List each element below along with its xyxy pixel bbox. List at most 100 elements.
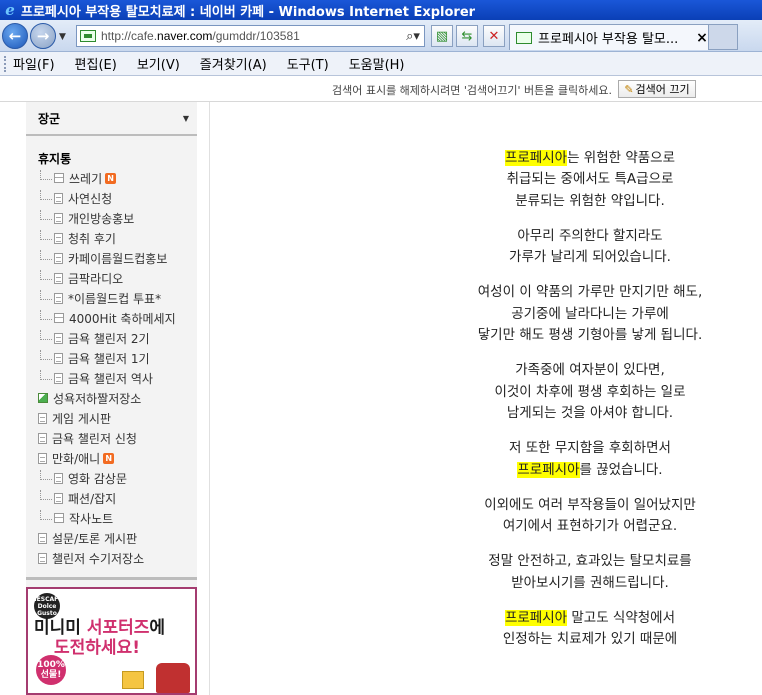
article-text: 닿기만 해도 평생 기형아를 낳게 됩니다. [477, 327, 703, 344]
clear-search-highlight-button[interactable]: ✎ 검색어 끄기 [618, 80, 696, 98]
board-icon [54, 313, 64, 323]
navigation-bar: ← → ▼ http://cafe.naver.com/gumddr/10358… [0, 20, 762, 52]
sidebar-item[interactable]: 청취 후기 [26, 228, 197, 248]
document-icon [54, 472, 63, 484]
arrow-right-icon: → [36, 27, 50, 45]
tree-line-icon [40, 190, 52, 200]
article-line: 이외에도 여러 부작용들이 일어났지만 [440, 495, 740, 516]
article-text: 분류되는 위험한 약입니다. [515, 192, 665, 209]
refresh-button[interactable]: ⇆ [456, 25, 478, 47]
menu-help[interactable]: 도움말(H) [349, 54, 405, 73]
promo-banner[interactable]: NESCAFÉ Dolce Gusto 미니미 서포터즈에 도전하세요! 100… [26, 587, 197, 695]
article-line: 분류되는 위험한 약입니다. [440, 191, 740, 212]
sidebar-item[interactable]: 금욕 챌린저 역사 [26, 368, 197, 388]
document-icon [38, 532, 47, 544]
sidebar-item-label: 금욕 챌린저 2기 [68, 331, 150, 346]
sidebar-item[interactable]: 개인방송홍보 [26, 208, 197, 228]
tree-line-icon [40, 350, 52, 360]
stop-button[interactable]: ✕ [483, 25, 505, 47]
sidebar-item-label: 사연신청 [68, 191, 113, 206]
toolbar-grip-icon [4, 55, 7, 72]
article-text: 여기에서 표현하기가 어렵군요. [502, 518, 678, 535]
sidebar-item-label: 쓰레기 [69, 171, 103, 186]
new-badge-icon: N [105, 172, 117, 184]
sidebar-item[interactable]: 성욕저하짤저장소 [26, 388, 197, 408]
document-icon [54, 252, 63, 264]
sidebar-item[interactable]: 쓰레기 N [26, 168, 197, 188]
document-icon [54, 212, 63, 224]
article-paragraph: 아무리 주의한다 할지라도 가루가 날리게 되어있습니다. [440, 226, 740, 269]
document-icon [54, 192, 63, 204]
sidebar-item-label: 금욕 챌린저 역사 [68, 371, 153, 386]
tab-label: 프로페시아 부작용 탈모... [538, 32, 679, 47]
window-title: 프로페시아 부작용 탈모치료제 : 네이버 카페 - Windows Inter… [21, 4, 476, 20]
document-icon [54, 332, 63, 344]
menu-favorites[interactable]: 즐겨찾기(A) [200, 54, 267, 73]
article-paragraph: 프로페시아는 위험한 약품으로 취급되는 중에서도 특A급으로 분류되는 위험한 약… [440, 148, 740, 212]
article-line: 공기중에 날라다니는 가루에 [440, 304, 740, 325]
article-line: 여성이 이 약품의 가루만 만지기만 해도, [440, 282, 740, 303]
menu-view[interactable]: 보기(V) [137, 54, 180, 73]
search-highlight-bar: 검색어 표시를 해제하시려면 '검색어끄기' 버튼을 클릭하세요. ✎ 검색어 … [0, 76, 762, 102]
article-paragraph: 프로페시아 말고도 식약청에서 인정하는 치료제가 있기 때문에 [440, 608, 740, 651]
address-bar[interactable]: http://cafe.naver.com/gumddr/103581 ⌕▾ [76, 25, 425, 47]
menu-tools[interactable]: 도구(T) [287, 54, 329, 73]
article-paragraph: 이외에도 여러 부작용들이 일어났지만여기에서 표현하기가 어렵군요. [440, 495, 740, 538]
article-paragraph: 저 또한 무지함을 후회하면서 프로페시아를 끊었습니다. [440, 438, 740, 481]
article-text: 받아보시기를 권해드립니다. [511, 574, 669, 591]
search-icon[interactable]: ⌕▾ [402, 29, 424, 44]
document-icon [54, 372, 63, 384]
sidebar-item[interactable]: 챌린저 수기저장소 [26, 548, 197, 568]
tree-line-icon [40, 290, 52, 300]
compatibility-icon: ▧ [435, 28, 449, 44]
favicon-icon [516, 31, 532, 44]
document-icon [38, 552, 47, 564]
sidebar-item[interactable]: *이름월드컵 투표* [26, 288, 197, 308]
sidebar-item[interactable]: 게임 게시판 [26, 408, 197, 428]
address-url[interactable]: http://cafe.naver.com/gumddr/103581 [101, 29, 402, 43]
tree-line-icon [40, 330, 52, 340]
board-icon [54, 173, 64, 183]
tree-line-icon [40, 490, 52, 500]
article-paragraph: 정말 안전하고, 효과있는 탈모치료를받아보시기를 권해드립니다. [440, 551, 740, 594]
sidebar-item[interactable]: 설문/토론 게시판 [26, 528, 197, 548]
history-dropdown-icon[interactable]: ▼ [59, 32, 66, 42]
browser-tab[interactable]: 프로페시아 부작용 탈모... × [509, 24, 712, 50]
new-tab-button[interactable] [708, 24, 738, 50]
article-text: 가루가 날리게 되어있습니다. [509, 249, 671, 266]
article-line: 가족중에 여자분이 있다면, [440, 360, 740, 381]
sidebar-item[interactable]: 4000Hit 축하메세지 [26, 308, 197, 328]
article-text: 이외에도 여러 부작용들이 일어났지만 [484, 496, 696, 513]
sidebar-item[interactable]: 금욕 챌린저 2기 [26, 328, 197, 348]
menu-file[interactable]: 파일(F) [13, 54, 55, 73]
sidebar-item[interactable]: 만화/애니 N [26, 448, 197, 468]
forward-button[interactable]: → [30, 23, 56, 49]
document-icon [38, 452, 47, 464]
menu-edit[interactable]: 편집(E) [75, 54, 117, 73]
sidebar-item[interactable]: 카페이름월드컵홍보 [26, 248, 197, 268]
sidebar-item[interactable]: 작사노트 [26, 508, 197, 528]
board-icon [54, 513, 64, 523]
sidebar-header[interactable]: 장군 ▼ [26, 102, 197, 136]
sidebar-item[interactable]: 패션/잡지 [26, 488, 197, 508]
sidebar-item[interactable]: 영화 감상문 [26, 468, 197, 488]
highlighted-keyword: 프로페시아 [504, 150, 568, 166]
sidebar-item[interactable]: 금욕 챌린저 신청 [26, 428, 197, 448]
tree-line-icon [40, 270, 52, 280]
coffee-machine-image [156, 663, 190, 693]
article-line: 프로페시아는 위험한 약품으로 [440, 148, 740, 169]
article-text: 인정하는 치료제가 있기 때문에 [502, 631, 678, 648]
article-text: 남게되는 것을 아셔야 합니다. [506, 404, 674, 421]
arrow-left-icon: ← [8, 27, 22, 45]
document-icon [38, 412, 47, 424]
article-line: 저 또한 무지함을 후회하면서 [440, 438, 740, 459]
compatibility-view-button[interactable]: ▧ [431, 25, 453, 47]
sidebar-item-label: 청취 후기 [68, 231, 116, 246]
article-text: 정말 안전하고, 효과있는 탈모치료를 [488, 553, 692, 570]
back-button[interactable]: ← [2, 23, 28, 49]
tree-line-icon [40, 510, 52, 520]
sidebar-item[interactable]: 금욕 챌린저 1기 [26, 348, 197, 368]
sidebar-item[interactable]: 금팍라디오 [26, 268, 197, 288]
sidebar-item-label: *이름월드컵 투표* [68, 291, 162, 306]
sidebar-item[interactable]: 사연신청 [26, 188, 197, 208]
